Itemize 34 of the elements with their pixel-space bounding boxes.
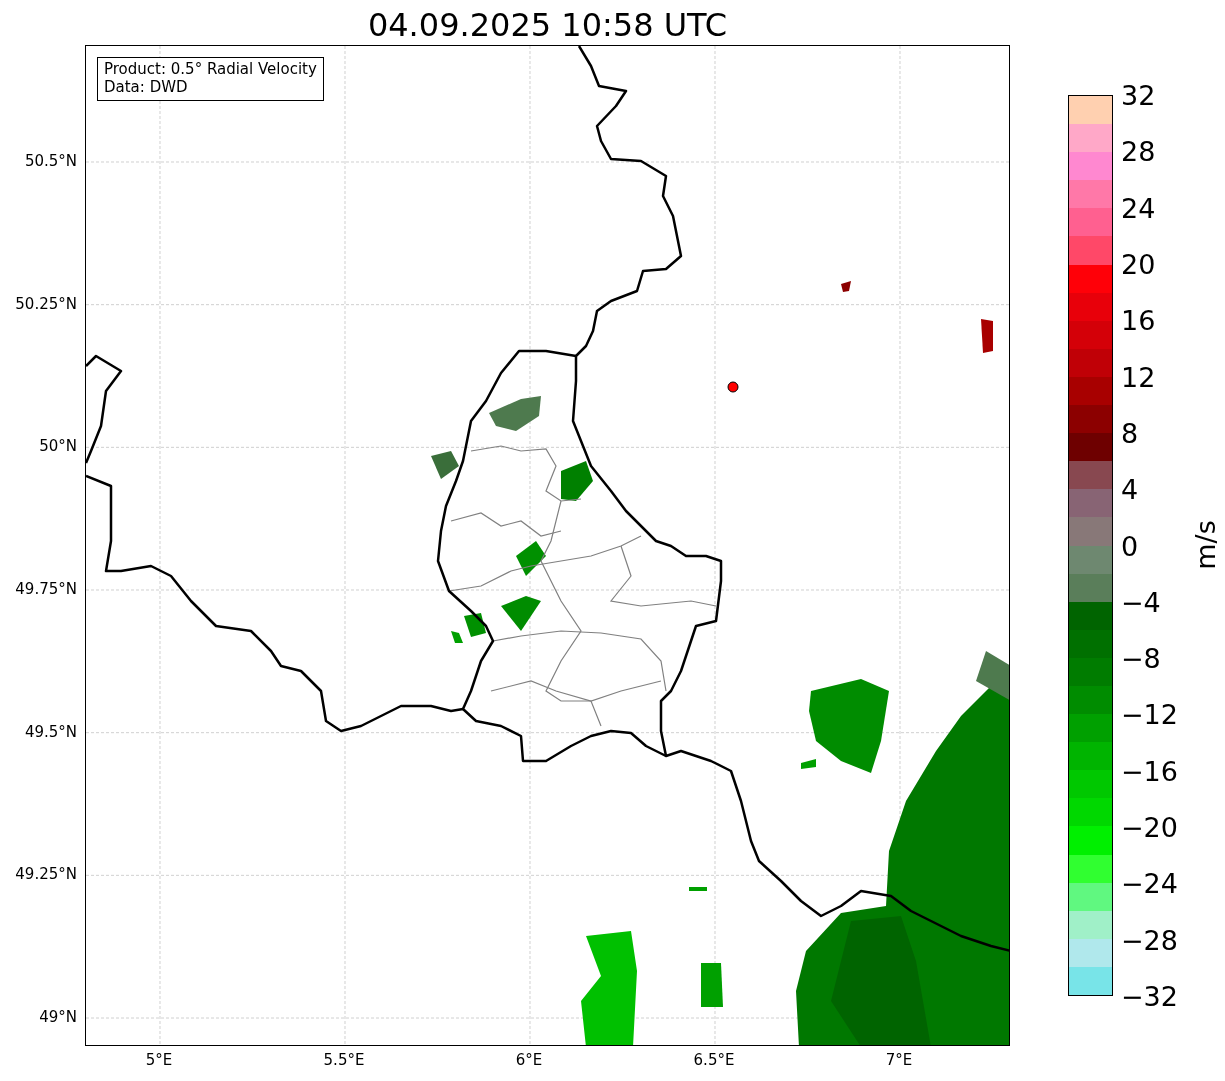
info-text: Product: 0.5° Radial Velocity [104,60,317,78]
longitude-label: 6.5°E [693,1051,735,1069]
colorbar-tick-label: −32 [1121,980,1178,1012]
colorbar-tick-label: 16 [1121,304,1156,336]
colorbar-tick-label: 24 [1121,192,1156,224]
colorbar-label: m/s [1189,520,1221,570]
colorbar-tick-label: −24 [1121,867,1178,899]
colorbar-tick-label: −8 [1121,642,1161,674]
colorbar-tick-label: 12 [1121,361,1156,393]
colorbar-tick-label: 4 [1121,473,1139,505]
colorbar-tick-label: −20 [1121,811,1178,843]
longitude-label: 6°E [515,1051,543,1069]
radar-site-marker [727,381,739,393]
colorbar-tick-label: 32 [1121,79,1156,111]
latitude-label: 49.75°N [15,580,77,598]
latitude-label: 50.5°N [24,152,77,170]
colorbar-tick-label: 8 [1121,417,1139,449]
chart-title: 04.09.2025 10:58 UTC [366,5,729,45]
colorbar-tick-label: 28 [1121,135,1156,167]
latitude-label: 50.25°N [15,294,77,313]
colorbar-tick-label: 0 [1121,530,1139,561]
colorbar-tick-label: −4 [1121,586,1161,618]
latitude-label: 50°N [39,437,77,456]
longitude-label: 5°E [145,1051,173,1069]
longitude-label: 5.5°E [323,1051,365,1069]
colorbar-tick-label: −16 [1121,755,1178,787]
colorbar-tick-label: 20 [1121,248,1156,280]
longitude-label: 7°E [885,1051,913,1069]
colorbar-tick-label: −28 [1121,924,1178,956]
latitude-label: 49.5°N [24,722,77,741]
info-text: Data: DWD [104,78,189,96]
colorbar-tick-label: −12 [1121,698,1178,730]
latitude-label: 49°N [39,1008,77,1026]
latitude-label: 49.25°N [15,865,77,884]
